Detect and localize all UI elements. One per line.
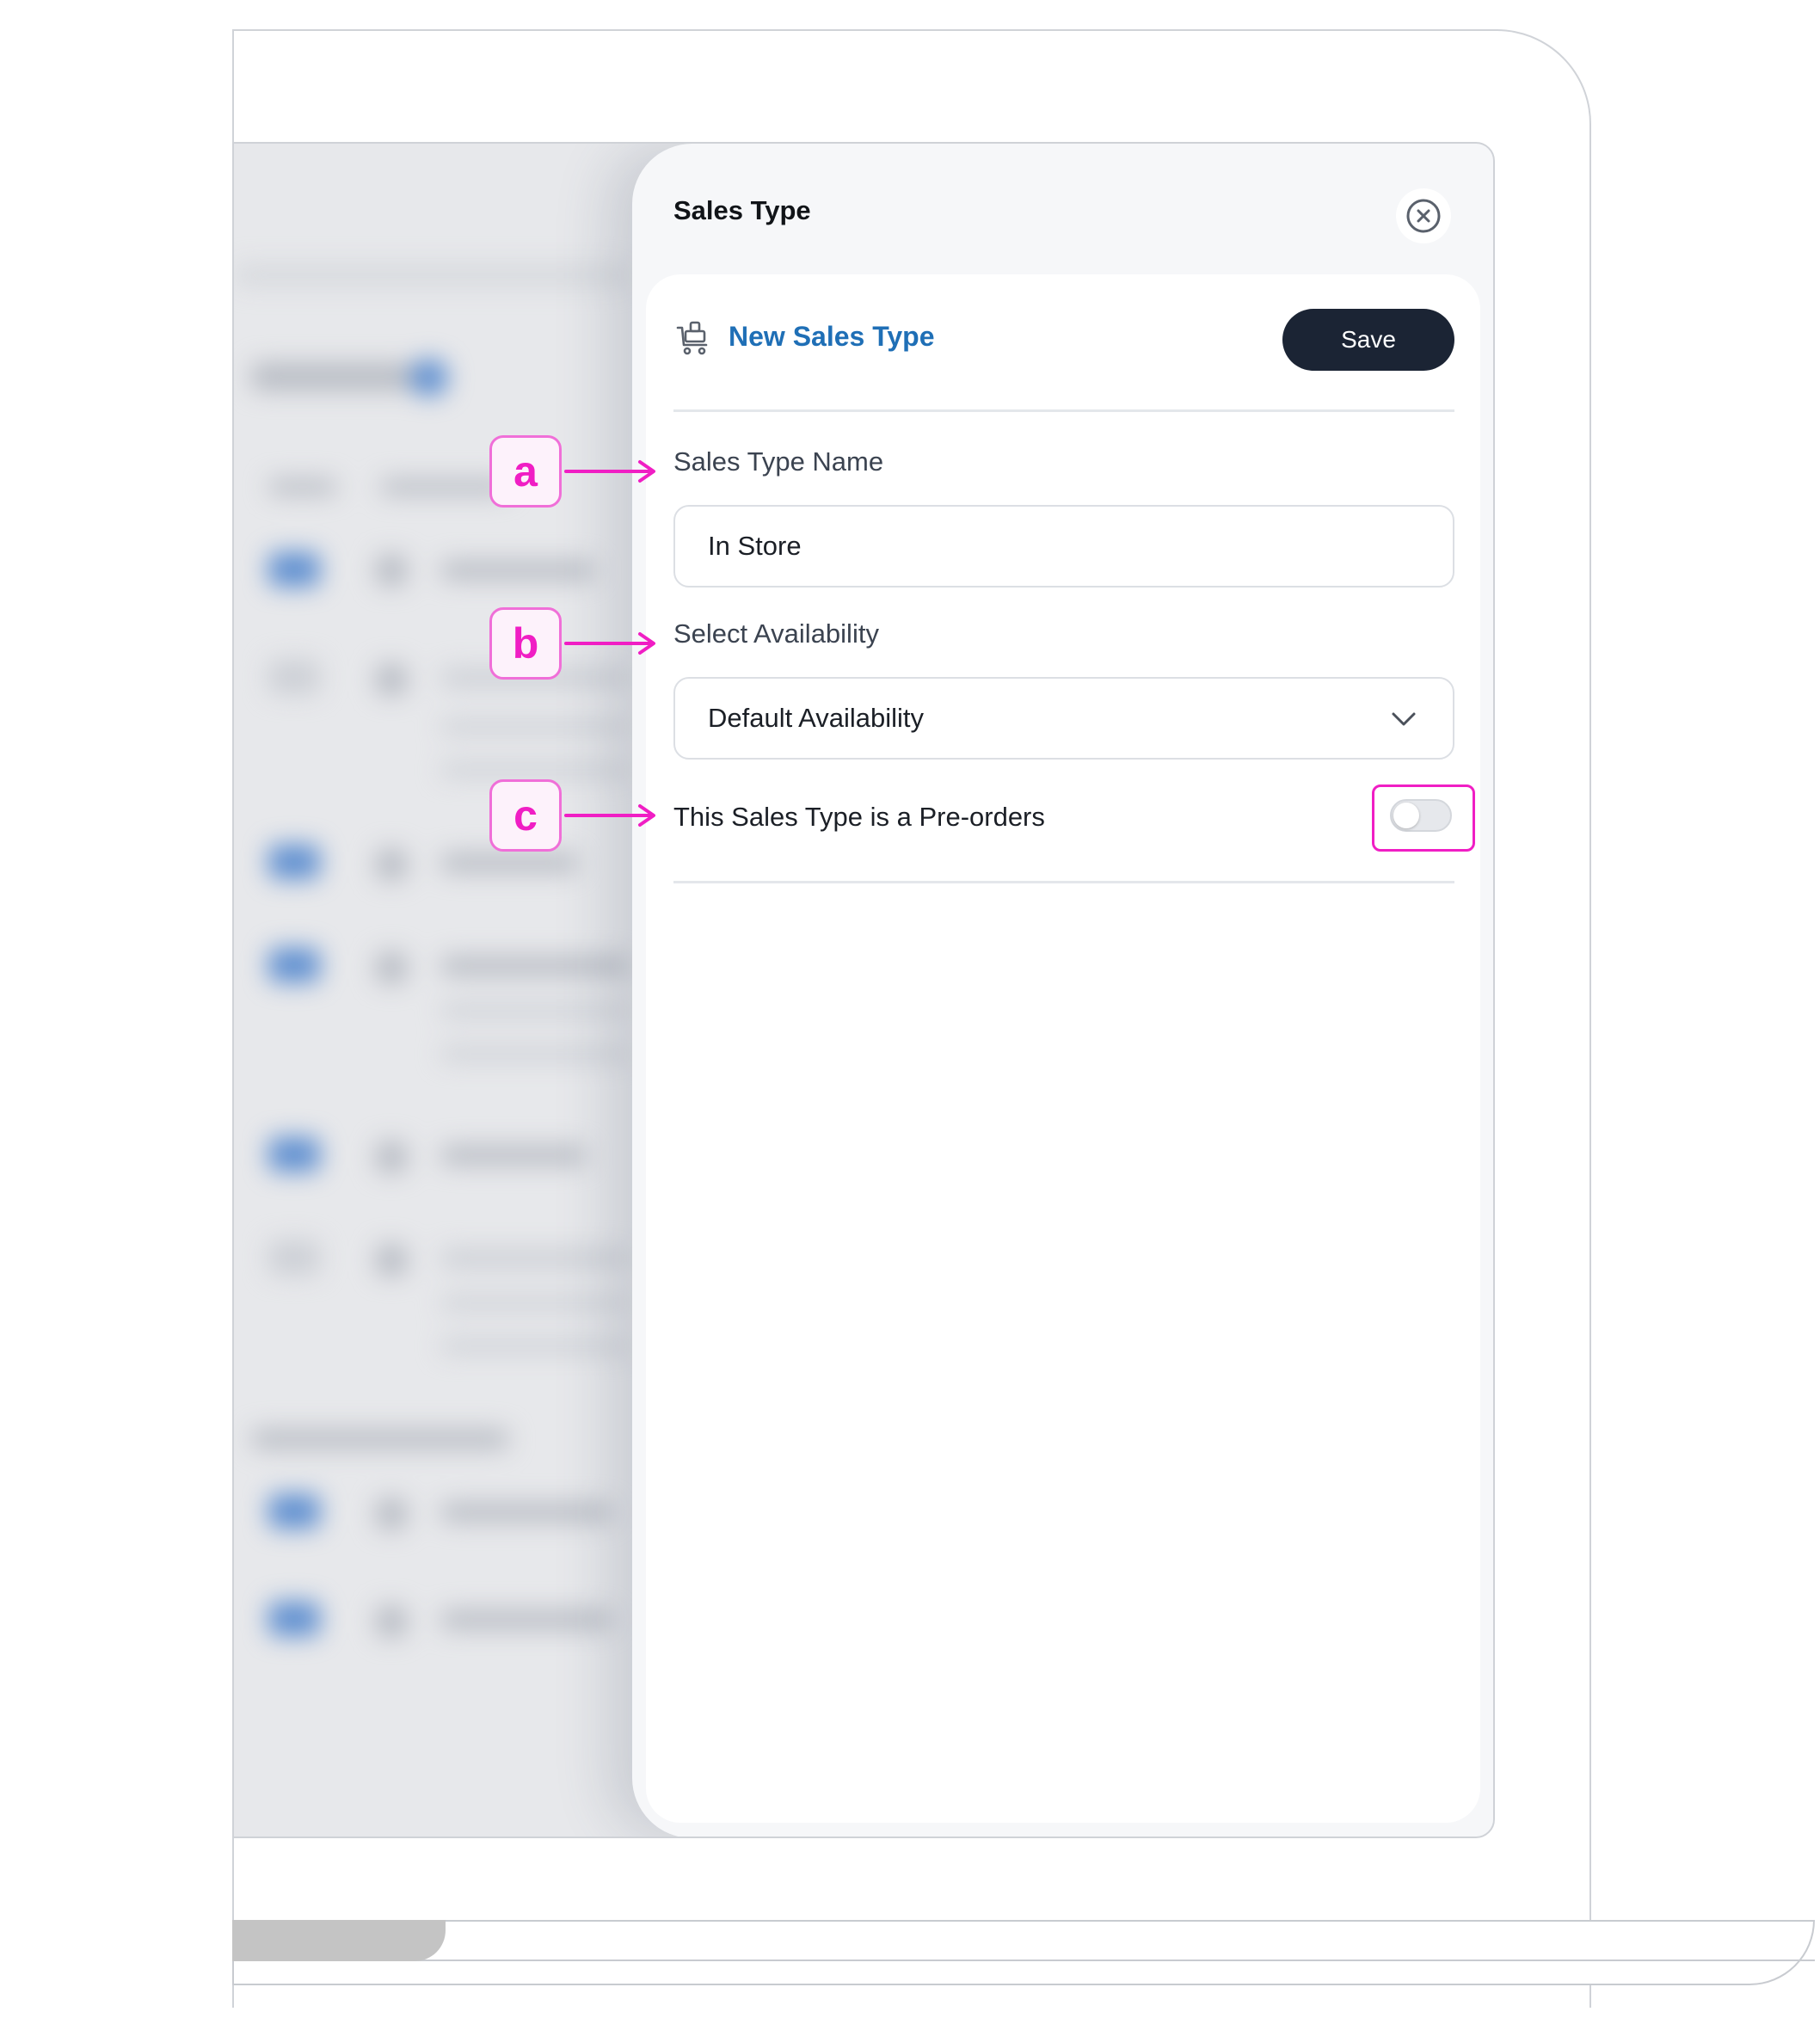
device-base-tab: [232, 1920, 446, 1961]
annotation-arrow-c: [564, 804, 655, 827]
availability-select[interactable]: Default Availability: [673, 677, 1454, 760]
sales-type-name-value: In Store: [708, 531, 802, 561]
device-base: [232, 1920, 1815, 1985]
close-button[interactable]: [1396, 188, 1451, 243]
annotation-arrow-a: [564, 460, 655, 483]
availability-value: Default Availability: [708, 703, 925, 733]
annotation-c: c: [489, 779, 562, 852]
save-button[interactable]: Save: [1282, 309, 1454, 371]
sales-type-panel: Sales Type New Sales Type Save Sales Typ…: [632, 144, 1493, 1837]
screen: Sales Type New Sales Type Save Sales Typ…: [232, 142, 1495, 1838]
form-divider: [673, 881, 1454, 883]
device-base-line: [232, 1960, 1815, 1961]
sales-type-name-label: Sales Type Name: [673, 446, 884, 477]
annotation-arrow-b: [564, 632, 655, 655]
card-title: New Sales Type: [729, 321, 935, 352]
annotation-b: b: [489, 607, 562, 680]
close-circle-icon: [1406, 199, 1441, 233]
toggle-highlight: [1372, 784, 1475, 852]
chevron-down-icon: [1392, 712, 1416, 726]
header-divider: [673, 409, 1454, 412]
sales-type-name-input[interactable]: In Store: [673, 505, 1454, 588]
annotation-a: a: [489, 435, 562, 508]
preorder-label: This Sales Type is a Pre-orders: [673, 802, 1045, 832]
sales-type-card: New Sales Type Save Sales Type Name In S…: [646, 274, 1480, 1823]
availability-label: Select Availability: [673, 618, 879, 649]
panel-title: Sales Type: [673, 195, 811, 225]
cart-icon: [676, 321, 708, 355]
